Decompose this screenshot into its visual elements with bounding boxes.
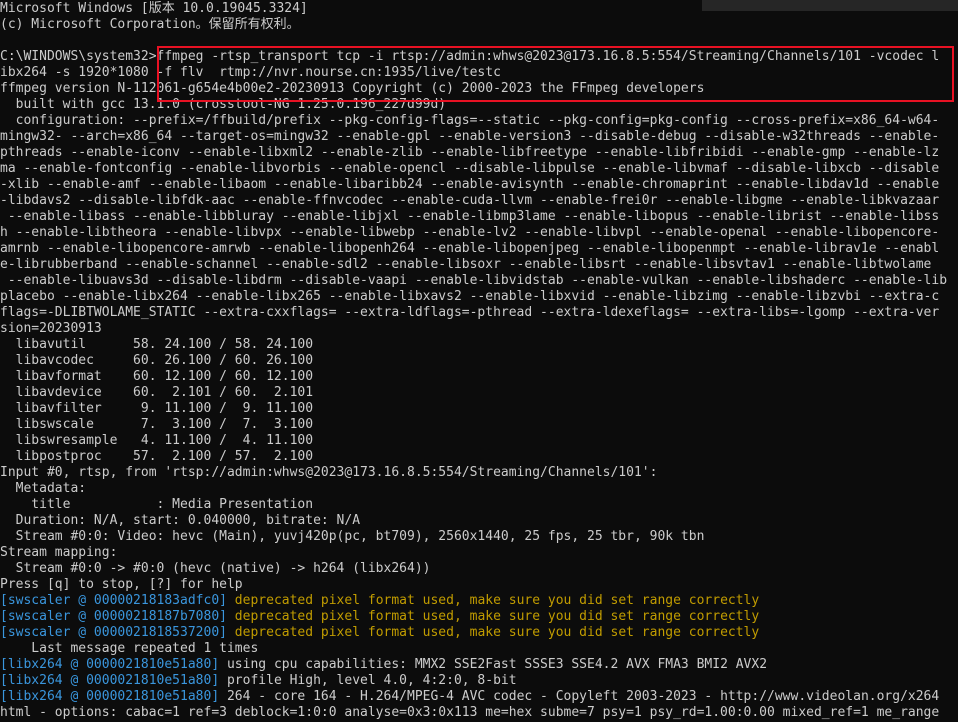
warning-text: deprecated pixel format used, make sure … xyxy=(226,609,760,624)
swscaler-warning-line: [swscaler @ 0000021818537200] deprecated… xyxy=(0,625,958,641)
stream-mapping-line: Stream #0:0 -> #0:0 (hevc (native) -> h2… xyxy=(0,561,431,576)
libx264-log-line: [libx264 @ 0000021810e51a80] using cpu c… xyxy=(0,657,958,673)
swscaler-warning-line: [swscaler @ 00000218187b7080] deprecated… xyxy=(0,609,958,625)
lib-version-line: libavutil 58. 24.100 / 58. 24.100 xyxy=(0,337,314,352)
log-tag: [swscaler @ 00000218187b7080] xyxy=(0,609,227,624)
metadata-title-line: title : Media Presentation xyxy=(0,497,314,512)
lib-version-line: libavformat 60. 12.100 / 60. 12.100 xyxy=(0,369,314,384)
command-line-2: ibx264 -s 1920*1080 -f flv rtmp://nvr.no… xyxy=(0,65,501,80)
x264-options-line: html - options: cabac=1 ref=3 deblock=1:… xyxy=(0,705,940,720)
config-line: --enable-libuavs3d --disable-libdrm --di… xyxy=(0,273,948,288)
config-line: ma --enable-fontconfig --enable-libvorbi… xyxy=(0,161,940,176)
lib-version-line: libavfilter 9. 11.100 / 9. 11.100 xyxy=(0,401,314,416)
log-text: 264 - core 164 - H.264/MPEG-4 AVC codec … xyxy=(219,689,940,704)
config-line: pthreads --enable-iconv --enable-libxml2… xyxy=(0,145,940,160)
warning-text: deprecated pixel format used, make sure … xyxy=(226,625,760,640)
ffmpeg-version-line: ffmpeg version N-112061-g654e4b00e2-2023… xyxy=(0,81,705,96)
config-line: -libdavs2 --disable-libfdk-aac --enable-… xyxy=(0,193,940,208)
log-tag: [libx264 @ 0000021810e51a80] xyxy=(0,657,220,672)
command-line-1: C:\WINDOWS\system32>ffmpeg -rtsp_transpo… xyxy=(0,49,940,64)
config-line: placebo --enable-libx264 --enable-libx26… xyxy=(0,289,940,304)
lib-version-line: libswresample 4. 11.100 / 4. 11.100 xyxy=(0,433,314,448)
lib-version-line: libavdevice 60. 2.101 / 60. 2.101 xyxy=(0,385,314,400)
metadata-line: Metadata: xyxy=(0,481,87,496)
stream-mapping-header: Stream mapping: xyxy=(0,545,118,560)
press-help-line: Press [q] to stop, [?] for help xyxy=(0,577,243,592)
log-text: using cpu capabilities: MMX2 SSE2Fast SS… xyxy=(219,657,768,672)
stream-info-line: Stream #0:0: Video: hevc (Main), yuvj420… xyxy=(0,529,705,544)
log-tag: [libx264 @ 0000021810e51a80] xyxy=(0,689,220,704)
config-line: e-librubberband --enable-schannel --enab… xyxy=(0,257,932,272)
libx264-log-line: [libx264 @ 0000021810e51a80] profile Hig… xyxy=(0,673,958,689)
os-version-line: Microsoft Windows [版本 10.0.19045.3324] xyxy=(0,1,308,16)
log-tag: [swscaler @ 00000218183adfc0] xyxy=(0,593,227,608)
built-with-line: built with gcc 13.1.0 (crosstool-NG 1.25… xyxy=(0,97,447,112)
config-line: --enable-libass --enable-libbluray --ena… xyxy=(0,209,940,224)
warning-text: deprecated pixel format used, make sure … xyxy=(226,593,760,608)
input-line: Input #0, rtsp, from 'rtsp://admin:whws@… xyxy=(0,465,658,480)
swscaler-warning-line: [swscaler @ 00000218183adfc0] deprecated… xyxy=(0,593,958,609)
config-line: flags=-DLIBTWOLAME_STATIC --extra-cxxfla… xyxy=(0,305,940,320)
console-output[interactable]: Microsoft Windows [版本 10.0.19045.3324] (… xyxy=(0,0,958,722)
config-line: sion=20230913 xyxy=(0,321,102,336)
copyright-line: (c) Microsoft Corporation。保留所有权利。 xyxy=(0,17,300,32)
config-line: -xlib --enable-amf --enable-libaom --ena… xyxy=(0,177,940,192)
lib-version-line: libpostproc 57. 2.100 / 57. 2.100 xyxy=(0,449,314,464)
log-tag: [swscaler @ 0000021818537200] xyxy=(0,625,227,640)
config-line: mingw32- --arch=x86_64 --target-os=mingw… xyxy=(0,129,940,144)
libx264-log-line: [libx264 @ 0000021810e51a80] 264 - core … xyxy=(0,689,958,705)
config-line: h --enable-libtheora --enable-libvpx --e… xyxy=(0,225,940,240)
repeated-message-line: Last message repeated 1 times xyxy=(0,641,259,656)
lib-version-line: libavcodec 60. 26.100 / 60. 26.100 xyxy=(0,353,314,368)
duration-line: Duration: N/A, start: 0.040000, bitrate:… xyxy=(0,513,361,528)
lib-version-line: libswscale 7. 3.100 / 7. 3.100 xyxy=(0,417,314,432)
config-line: configuration: --prefix=/ffbuild/prefix … xyxy=(0,113,940,128)
log-tag: [libx264 @ 0000021810e51a80] xyxy=(0,673,220,688)
log-text: profile High, level 4.0, 4:2:0, 8-bit xyxy=(219,673,517,688)
config-line: amrnb --enable-libopencore-amrwb --enabl… xyxy=(0,241,940,256)
